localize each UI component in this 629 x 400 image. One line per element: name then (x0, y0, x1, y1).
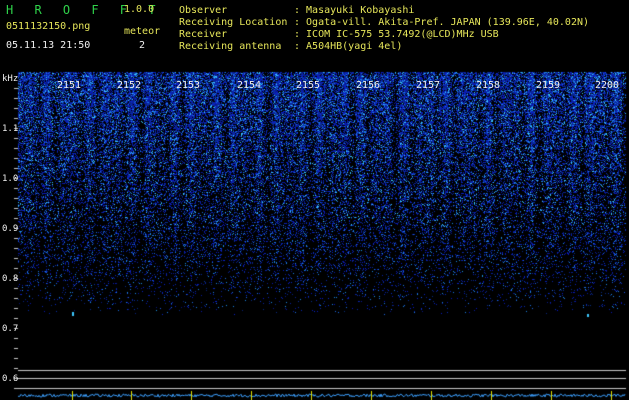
meteor-label: meteor (124, 26, 161, 37)
minute-label-2152: 2152 (117, 80, 142, 91)
receiver-label: Receiver (179, 29, 228, 40)
filename: 0511132150.png (6, 21, 91, 32)
minute-label-2151: 2151 (57, 80, 82, 91)
minute-label-2156: 2156 (356, 80, 381, 91)
minute-label-2155: 2155 (296, 80, 321, 91)
freq-tick-0-9: 0.9 (2, 224, 19, 234)
observer-label: Observer (179, 5, 228, 16)
freq-tick-0-6: 0.6 (2, 374, 19, 384)
freq-tick-0-7: 0.7 (2, 324, 19, 334)
spectrogram-canvas (0, 0, 629, 400)
minute-label-2153: 2153 (176, 80, 201, 91)
app-version: 1.0.0 (124, 4, 155, 15)
minute-label-2159: 2159 (536, 80, 561, 91)
antenna-value: : A504HB(yagi 4el) (294, 41, 403, 52)
freq-tick-1-0: 1.0 (2, 174, 19, 184)
observer-value: : Masayuki Kobayashi (294, 5, 415, 16)
antenna-label: Receiving antenna (179, 41, 282, 52)
minute-label-2200: 2200 (595, 80, 620, 91)
minute-label-2158: 2158 (476, 80, 501, 91)
datetime: 05.11.13 21:50 (6, 40, 91, 51)
receiver-value: : ICOM IC-575 53.7492(@LCD)MHz USB (294, 29, 499, 40)
freq-tick-0-8: 0.8 (2, 274, 19, 284)
minute-label-2154: 2154 (237, 80, 262, 91)
location-label: Receiving Location (179, 17, 288, 28)
unit-label: kHz (2, 74, 19, 84)
minute-label-2157: 2157 (416, 80, 441, 91)
meteor-count: 2 (139, 40, 146, 51)
freq-tick-1-1: 1.1 (2, 124, 19, 134)
location-value: : Ogata-vill. Akita-Pref. JAPAN (139.96E… (294, 17, 590, 28)
